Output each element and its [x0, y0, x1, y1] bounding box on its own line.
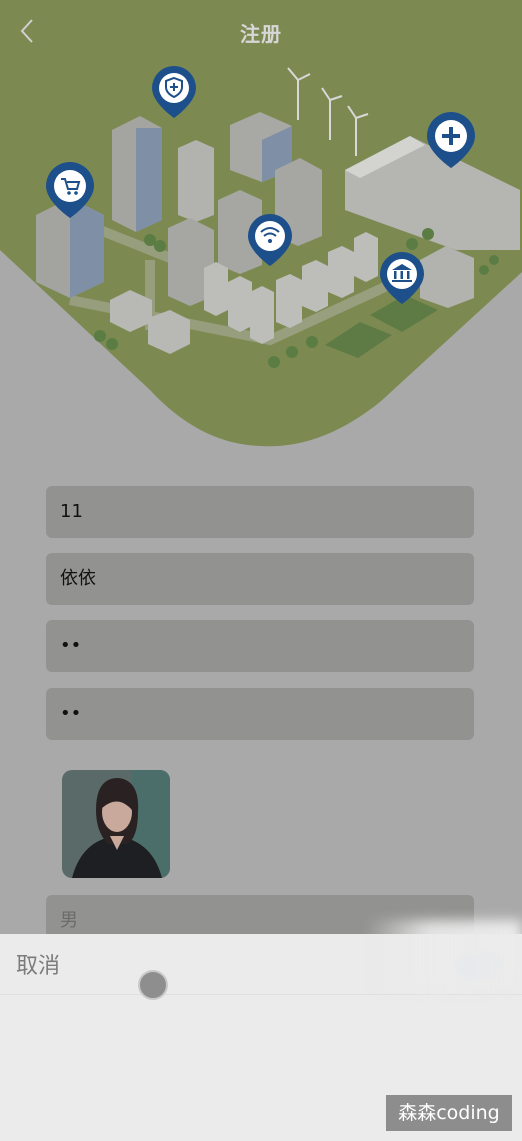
- watermark-label: 森森coding: [386, 1095, 512, 1131]
- nickname-field[interactable]: 依依: [46, 553, 474, 605]
- avatar-upload[interactable]: [62, 770, 170, 878]
- sheet-fade-overlay: [366, 920, 522, 990]
- avatar-photo: [62, 770, 170, 878]
- hero-city-illustration: [0, 0, 522, 447]
- phone-field[interactable]: 11: [46, 486, 474, 538]
- password-field[interactable]: ••: [46, 620, 474, 672]
- cancel-button[interactable]: 取消: [16, 948, 60, 980]
- page-title: 注册: [240, 22, 282, 46]
- touch-indicator: [138, 970, 168, 1000]
- confirm-password-field[interactable]: ••: [46, 688, 474, 740]
- top-bar: 注册: [0, 0, 522, 62]
